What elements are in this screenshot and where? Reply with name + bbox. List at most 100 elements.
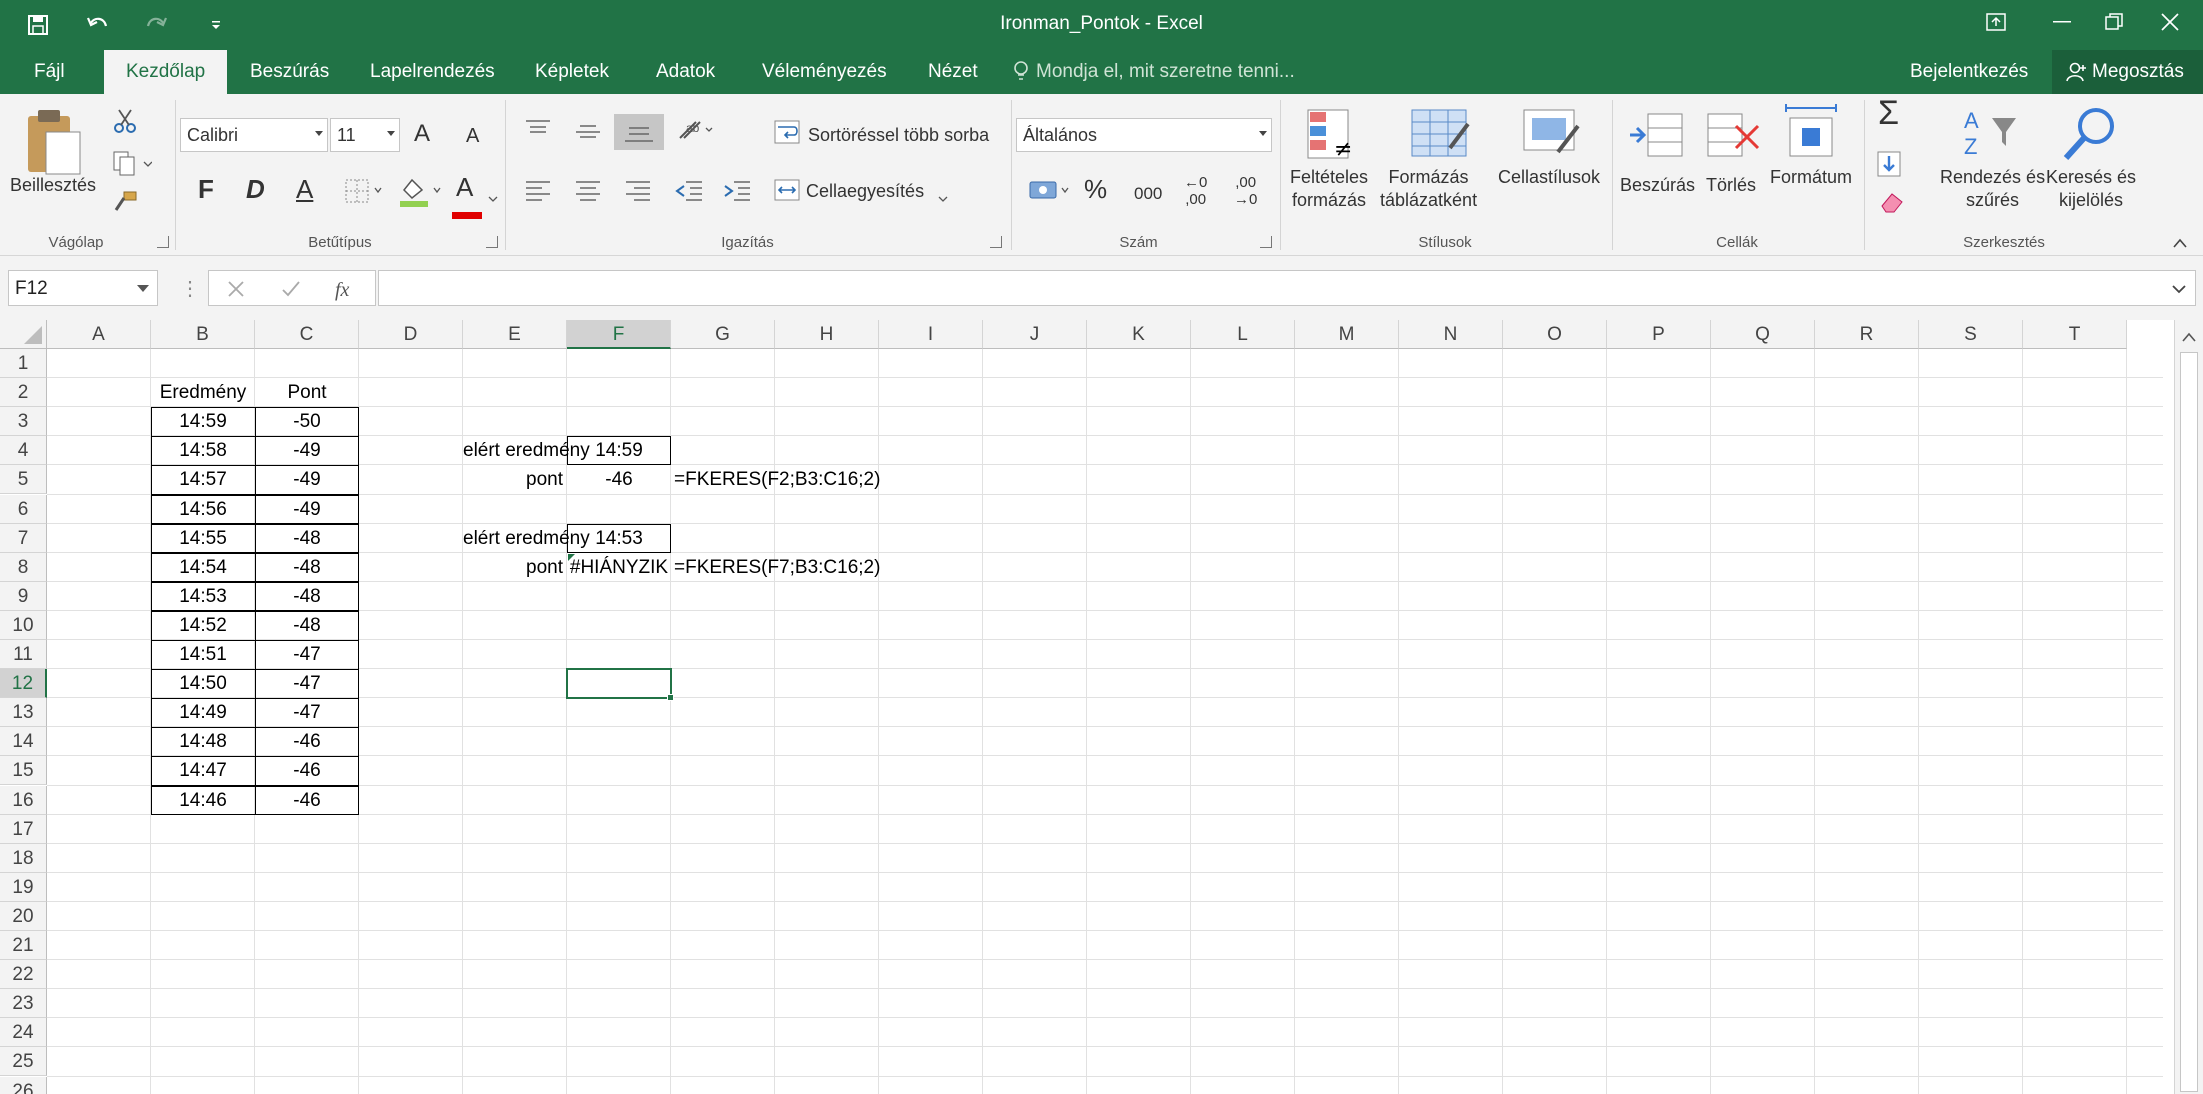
formula-input[interactable]	[378, 270, 2196, 306]
orientation-icon[interactable]: ab	[676, 116, 716, 149]
cut-icon[interactable]	[112, 108, 138, 139]
cancel-icon[interactable]	[227, 280, 245, 298]
format-painter-icon[interactable]	[112, 190, 138, 221]
sort-filter-button[interactable]: Rendezés és szűrés	[1940, 166, 2045, 212]
lookup2-pont-value[interactable]: #HIÁNYZIK	[567, 553, 671, 582]
number-launcher-icon[interactable]	[1260, 236, 1272, 248]
row-header-25[interactable]: 25	[0, 1047, 47, 1077]
lookup1-formula-text[interactable]: =FKERES(F2;B3:C16;2)	[671, 465, 983, 494]
format-as-table-button[interactable]: Formázás táblázatként	[1380, 166, 1477, 212]
column-header-a[interactable]: A	[47, 320, 151, 349]
lookup2-pont-label[interactable]: pont	[463, 553, 567, 582]
row-header-1[interactable]: 1	[0, 349, 47, 379]
row-header-2[interactable]: 2	[0, 378, 47, 408]
wrap-text-button[interactable]: Sortöréssel több sorba	[808, 124, 989, 147]
column-header-j[interactable]: J	[983, 320, 1087, 349]
column-header-n[interactable]: N	[1399, 320, 1503, 349]
font-name-combo[interactable]: Calibri	[180, 118, 328, 152]
row-header-17[interactable]: 17	[0, 814, 47, 844]
row-header-5[interactable]: 5	[0, 465, 47, 495]
font-color-button[interactable]: A	[456, 174, 473, 200]
close-icon[interactable]	[2137, 0, 2203, 44]
column-header-k[interactable]: K	[1087, 320, 1191, 349]
column-header-l[interactable]: L	[1191, 320, 1295, 349]
font-size-combo[interactable]: 11	[330, 118, 400, 152]
fill-handle[interactable]	[667, 694, 674, 702]
enter-icon[interactable]	[281, 280, 301, 298]
tab-formulas[interactable]: Képletek	[513, 50, 631, 94]
insert-cells-icon[interactable]	[1628, 108, 1686, 169]
wrap-text-icon[interactable]	[774, 120, 802, 149]
borders-icon[interactable]	[344, 178, 384, 209]
column-header-m[interactable]: M	[1295, 320, 1399, 349]
increase-indent-icon[interactable]	[722, 178, 752, 207]
find-select-icon[interactable]	[2060, 104, 2120, 167]
column-header-c[interactable]: C	[255, 320, 359, 349]
lookup2-formula-text[interactable]: =FKERES(F7;B3:C16;2)	[671, 553, 983, 582]
lookup1-pont-label[interactable]: pont	[463, 465, 567, 494]
tab-page-layout[interactable]: Lapelrendezés	[348, 50, 517, 94]
row-header-9[interactable]: 9	[0, 581, 47, 611]
save-icon[interactable]	[20, 7, 56, 43]
delete-cells-button[interactable]: Törlés	[1706, 174, 1756, 197]
lookup2-label[interactable]: elért eredmény	[463, 524, 590, 553]
row-header-6[interactable]: 6	[0, 494, 47, 524]
merge-center-icon[interactable]	[774, 178, 802, 207]
row-header-10[interactable]: 10	[0, 610, 47, 640]
active-cell[interactable]	[566, 668, 672, 700]
redo-icon[interactable]	[138, 7, 174, 43]
row-header-13[interactable]: 13	[0, 698, 47, 728]
row-header-7[interactable]: 7	[0, 523, 47, 553]
italic-button[interactable]: D	[246, 176, 265, 202]
row-header-4[interactable]: 4	[0, 436, 47, 466]
align-top-icon[interactable]	[524, 118, 552, 147]
lookup1-label[interactable]: elért eredmény	[463, 436, 590, 465]
underline-button[interactable]: A	[296, 176, 313, 202]
row-header-16[interactable]: 16	[0, 785, 47, 815]
undo-icon[interactable]	[80, 7, 116, 43]
tab-view[interactable]: Nézet	[906, 50, 1000, 94]
sort-filter-icon[interactable]: AZ	[1962, 106, 2018, 167]
error-indicator-icon[interactable]	[568, 553, 575, 561]
cell-styles-button[interactable]: Cellastílusok	[1498, 166, 1600, 189]
clear-icon[interactable]	[1878, 190, 1918, 219]
column-header-o[interactable]: O	[1503, 320, 1607, 349]
row-header-8[interactable]: 8	[0, 552, 47, 582]
collapse-ribbon-icon[interactable]	[2172, 234, 2188, 254]
tab-file[interactable]: Fájl	[12, 50, 87, 94]
column-header-t[interactable]: T	[2023, 320, 2127, 349]
column-header-e[interactable]: E	[463, 320, 567, 349]
column-header-i[interactable]: I	[879, 320, 983, 349]
autosum-icon[interactable]: Σ	[1878, 96, 1899, 130]
decrease-indent-icon[interactable]	[674, 178, 704, 207]
align-left-icon[interactable]	[524, 178, 552, 207]
worksheet-grid[interactable]: ABCDEFGHIJKLMNOPQRST 1 2 3 4 5 6 7 8 9 10 11 12 13 14…	[0, 320, 2203, 1094]
clipboard-launcher-icon[interactable]	[157, 236, 169, 248]
row-header-23[interactable]: 23	[0, 989, 47, 1019]
copy-icon[interactable]	[112, 150, 153, 181]
row-header-3[interactable]: 3	[0, 407, 47, 437]
thousands-button[interactable]: 000	[1134, 182, 1162, 205]
percent-button[interactable]: %	[1084, 176, 1107, 202]
share-button[interactable]: Megosztás	[2052, 50, 2203, 94]
select-all-button[interactable]	[0, 320, 47, 349]
customize-qat-icon[interactable]	[198, 7, 234, 43]
table-header-pont[interactable]: Pont	[255, 378, 359, 407]
row-header-24[interactable]: 24	[0, 1018, 47, 1048]
cell-styles-icon[interactable]	[1522, 108, 1582, 169]
row-header-21[interactable]: 21	[0, 931, 47, 961]
ribbon-display-icon[interactable]	[1963, 0, 2029, 44]
increase-decimal-button[interactable]: ←0,00	[1184, 174, 1207, 208]
number-format-combo[interactable]: Általános	[1016, 118, 1272, 152]
tell-me-search[interactable]: Mondja el, mit szeretne tenni...	[1036, 50, 1295, 94]
column-header-q[interactable]: Q	[1711, 320, 1815, 349]
alignment-launcher-icon[interactable]	[990, 236, 1002, 248]
tab-data[interactable]: Adatok	[634, 50, 737, 94]
row-header-15[interactable]: 15	[0, 756, 47, 786]
column-header-p[interactable]: P	[1607, 320, 1711, 349]
row-header-19[interactable]: 19	[0, 872, 47, 902]
signin-link[interactable]: Bejelentkezés	[1910, 50, 2028, 94]
merge-center-button[interactable]: Cellaegyesítés	[806, 180, 924, 203]
expand-formula-icon[interactable]	[2171, 283, 2187, 295]
table-header-eredmeny[interactable]: Eredmény	[151, 378, 255, 407]
